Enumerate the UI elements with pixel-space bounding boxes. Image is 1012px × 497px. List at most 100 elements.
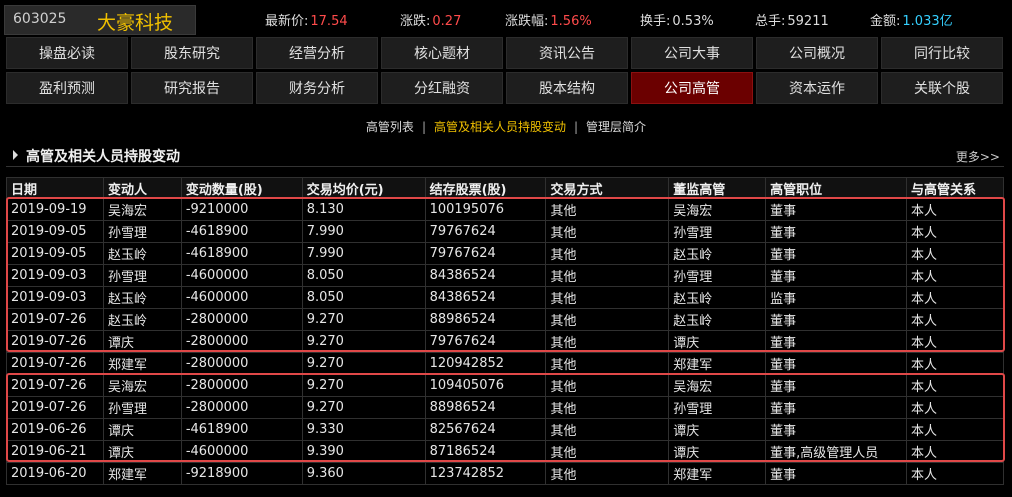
table-cell: 9.270	[301, 352, 426, 375]
table-cell: 本人	[906, 396, 1004, 419]
nav-button[interactable]: 公司高管	[631, 72, 753, 104]
table-cell: 87186524	[424, 440, 547, 463]
table-cell: 孙雪理	[102, 220, 182, 243]
table-cell: 88986524	[424, 396, 547, 419]
table-cell: 董事	[765, 242, 908, 265]
table-cell: 孙雪理	[668, 220, 767, 243]
table-cell: 谭庆	[668, 418, 767, 441]
table-cell: 吴海宏	[102, 374, 182, 397]
table-cell: 本人	[906, 330, 1004, 353]
table-cell: 赵玉岭	[102, 242, 182, 265]
function-nav: 操盘必读 股东研究 经营分析 核心题材 资讯公告 公司大事 公司概况 同行比较 盈利预测 研究报…	[6, 37, 1004, 107]
quote-item: 最新价: 17.54	[265, 10, 348, 29]
table-cell: 109405076	[424, 374, 547, 397]
nav-button[interactable]: 分红融资	[381, 72, 503, 104]
table-cell: 郑建军	[668, 462, 767, 485]
table-cell: 88986524	[424, 308, 547, 331]
quote-value: 1.56%	[550, 14, 592, 29]
nav-button[interactable]: 财务分析	[256, 72, 378, 104]
table-cell: 123742852	[424, 462, 547, 485]
table-cell: 本人	[906, 418, 1004, 441]
table-cell: 9.270	[301, 374, 426, 397]
table-cell: 本人	[906, 374, 1004, 397]
subtab-link[interactable]: 管理层简介	[586, 118, 646, 135]
table-row: 2019-09-03 孙雪理 -4600000 8.050 84386524 其他 孙雪理董…	[6, 264, 1004, 287]
table-cell: 董事	[765, 352, 908, 375]
table-cell: 8.130	[301, 198, 426, 221]
table-cell: 郑建军	[102, 352, 182, 375]
table-row: 2019-09-05 赵玉岭 -4618900 7.990 79767624 其他 赵玉岭董…	[6, 242, 1004, 265]
table-cell: 79767624	[424, 242, 547, 265]
table-cell: 谭庆	[102, 330, 182, 353]
table-row: 2019-07-26 谭庆 -2800000 9.270 79767624 其他 谭庆 董事本…	[6, 330, 1004, 353]
nav-button[interactable]: 资讯公告	[506, 37, 628, 69]
table-cell: 2019-09-19	[6, 198, 104, 221]
column-header: 日期	[6, 177, 104, 199]
table-cell: 董事	[765, 198, 908, 221]
table-body: 2019-09-19 吴海宏 -9210000 8.130 100195076 其他 吴海宏…	[6, 198, 1004, 485]
table-cell: 赵玉岭	[102, 286, 182, 309]
table-row: 2019-06-21 谭庆 -4600000 9.390 87186524 其他 谭庆 董事,…	[6, 440, 1004, 463]
table-cell: -4600000	[180, 264, 303, 287]
table-cell: -4600000	[180, 286, 303, 309]
nav-button[interactable]: 同行比较	[881, 37, 1003, 69]
nav-button[interactable]: 关联个股	[881, 72, 1003, 104]
quote-item: 换手: 0.53%	[640, 10, 714, 29]
nav-button[interactable]: 股本结构	[506, 72, 628, 104]
table-cell: -4618900	[180, 220, 303, 243]
nav-button[interactable]: 经营分析	[256, 37, 378, 69]
table-cell: 2019-07-26	[6, 374, 104, 397]
table-cell: 100195076	[424, 198, 547, 221]
table-cell: 2019-07-26	[6, 352, 104, 375]
table-row: 2019-07-26 赵玉岭 -2800000 9.270 88986524 其他 赵玉岭董…	[6, 308, 1004, 331]
table-cell: 董事	[765, 330, 908, 353]
table-cell: 84386524	[424, 286, 547, 309]
table-cell: 82567624	[424, 418, 547, 441]
column-header: 结存股票(股)	[424, 177, 547, 199]
quote-value: 0.53%	[672, 14, 714, 29]
table-cell: 赵玉岭	[668, 308, 767, 331]
quote-value: 0.27	[432, 14, 462, 29]
table-cell: 董事	[765, 396, 908, 419]
table-cell: 其他	[545, 462, 670, 485]
nav-button[interactable]: 股东研究	[131, 37, 253, 69]
table-cell: 赵玉岭	[668, 286, 767, 309]
table-cell: 谭庆	[102, 418, 182, 441]
table-cell: 董事	[765, 220, 908, 243]
nav-button[interactable]: 公司概况	[756, 37, 878, 69]
table-row: 2019-06-20 郑建军 -9218900 9.360 123742852 其他 郑建军…	[6, 462, 1004, 485]
section-header: 高管及相关人员持股变动 更多>>	[6, 144, 1004, 167]
nav-button[interactable]: 资本运作	[756, 72, 878, 104]
table-cell: 79767624	[424, 220, 547, 243]
table-cell: 其他	[545, 264, 670, 287]
table-cell: 其他	[545, 352, 670, 375]
table-cell: 本人	[906, 264, 1004, 287]
subtab-link[interactable]: 高管列表	[366, 118, 414, 135]
subtab-link[interactable]: 高管及相关人员持股变动	[434, 118, 566, 135]
column-header: 变动数量(股)	[180, 177, 303, 199]
table-cell: 84386524	[424, 264, 547, 287]
table-cell: -9218900	[180, 462, 303, 485]
quote-item: 涨跌幅: 1.56%	[505, 10, 592, 29]
nav-button[interactable]: 操盘必读	[6, 37, 128, 69]
table-cell: 2019-06-26	[6, 418, 104, 441]
nav-button[interactable]: 盈利预测	[6, 72, 128, 104]
table-cell: 7.990	[301, 220, 426, 243]
quote-value: 59211	[787, 14, 829, 29]
table-cell: 其他	[545, 220, 670, 243]
more-link[interactable]: 更多>>	[956, 148, 1000, 165]
column-header: 与高管关系	[906, 177, 1004, 199]
nav-button[interactable]: 核心题材	[381, 37, 503, 69]
table-cell: -2800000	[180, 352, 303, 375]
section-title: 高管及相关人员持股变动	[26, 149, 180, 165]
table-cell: 其他	[545, 374, 670, 397]
quote-label: 涨跌:	[400, 14, 431, 29]
table-row: 2019-07-26 郑建军 -2800000 9.270 120942852 其他 郑建军…	[6, 352, 1004, 375]
table-cell: -4600000	[180, 440, 303, 463]
table-cell: 其他	[545, 308, 670, 331]
table-cell: 8.050	[301, 286, 426, 309]
nav-button[interactable]: 公司大事	[631, 37, 753, 69]
quote-item: 涨跌: 0.27	[400, 10, 461, 29]
column-header: 交易均价(元)	[301, 177, 426, 199]
nav-button[interactable]: 研究报告	[131, 72, 253, 104]
